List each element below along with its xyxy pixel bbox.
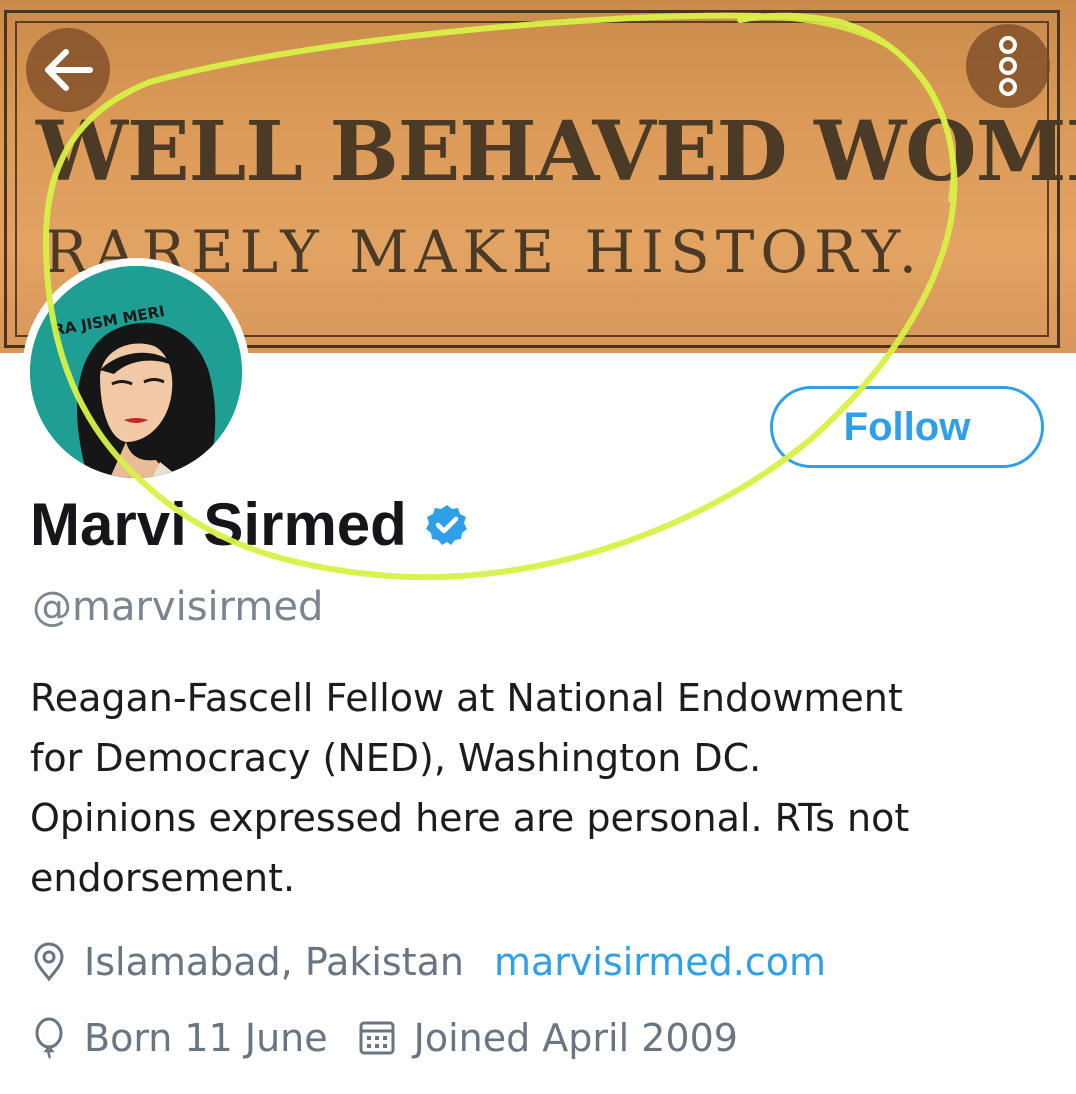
handle: @marvisirmed (32, 584, 324, 630)
arrow-left-icon (45, 49, 93, 91)
verified-badge-icon (425, 503, 469, 547)
location-text: Islamabad, Pakistan (84, 940, 464, 984)
avatar[interactable]: RA JISM MERI (22, 258, 250, 486)
birthday-text: Born 11 June (84, 1016, 328, 1060)
location-row: Islamabad, Pakistan marvisirmed.com (32, 940, 826, 984)
bio: Reagan-Fascell Fellow at National Endowm… (30, 668, 1040, 908)
bio-line: Reagan-Fascell Fellow at National Endowm… (30, 676, 903, 720)
balloon-icon (32, 1017, 66, 1059)
joined-text: Joined April 2009 (413, 1016, 738, 1060)
bio-line: endorsement. (30, 856, 296, 900)
location-pin-icon (32, 942, 66, 982)
calendar-icon (358, 1019, 396, 1057)
more-options-button[interactable] (966, 24, 1050, 108)
avatar-image: RA JISM MERI (30, 266, 242, 478)
display-name: Marvi Sirmed (30, 491, 407, 558)
banner-plaque-line1: WELL BEHAVED WOMEN (36, 104, 1076, 200)
vertical-dots-icon (999, 36, 1017, 96)
bio-line: Opinions expressed here are personal. RT… (30, 796, 910, 840)
follow-button[interactable]: Follow (770, 386, 1044, 468)
back-button[interactable] (26, 28, 110, 112)
bio-line: for Democracy (NED), Washington DC. (30, 736, 762, 780)
dates-row: Born 11 June Joined April 2009 (32, 1016, 738, 1060)
name-row: Marvi Sirmed (30, 490, 469, 559)
website-link[interactable]: marvisirmed.com (494, 940, 826, 984)
